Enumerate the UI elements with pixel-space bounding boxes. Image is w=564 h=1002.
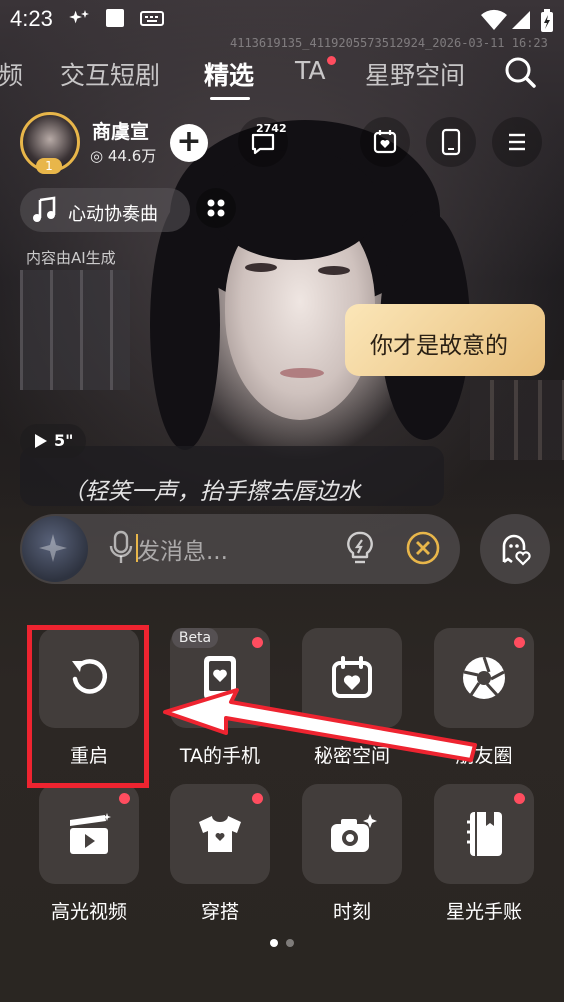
annotation-arrow <box>163 688 477 762</box>
